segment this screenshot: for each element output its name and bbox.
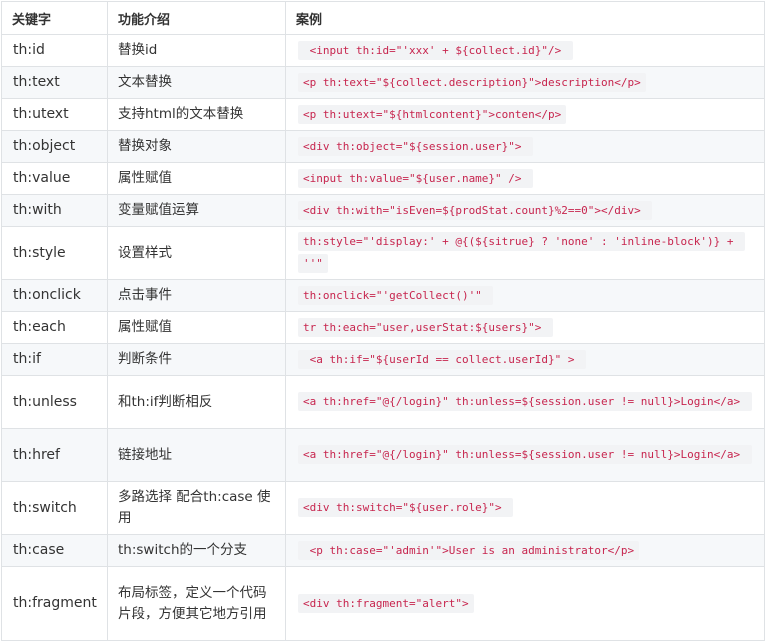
description-cell: 变量赋值运算: [107, 194, 286, 227]
table-row: th:fragment 布局标签，定义一个代码片段，方便其它地方引用 <div …: [1, 566, 765, 641]
keyword-cell: th:href: [1, 428, 108, 482]
description-cell: 文本替换: [107, 66, 286, 99]
header-keyword: 关键字: [1, 1, 108, 35]
table-row: th:switch 多路选择 配合th:case 使用 <div th:swit…: [1, 481, 765, 535]
example-cell: <div th:with="isEven=${prodStat.count}%2…: [285, 194, 765, 227]
example-code: <a th:href="@{/login}" th:unless=${sessi…: [298, 445, 752, 464]
example-cell: <a th:href="@{/login}" th:unless=${sessi…: [285, 375, 765, 429]
table-row: th:onclick 点击事件 th:onclick="'getCollect(…: [1, 279, 765, 312]
example-code: <input th:value="${user.name}" />: [298, 168, 534, 188]
keyword-cell: th:id: [1, 34, 108, 67]
example-code: <a th:if="${userId == collect.userId}" >: [298, 349, 587, 369]
table-row: th:value 属性赋值 <input th:value="${user.na…: [1, 162, 765, 195]
table-row: th:style 设置样式 th:style="'display:' + @{(…: [1, 226, 765, 280]
keyword-cell: th:utext: [1, 98, 108, 131]
example-cell: <div th:object="${session.user}">: [285, 130, 765, 163]
example-code: <input th:id="'xxx' + ${collect.id}"/>: [298, 40, 573, 60]
keyword-cell: th:if: [1, 343, 108, 376]
example-code: <p th:utext="${htmlcontent}">conten</p>: [298, 104, 567, 124]
keyword-cell: th:onclick: [1, 279, 108, 312]
example-code: <div th:with="isEven=${prodStat.count}%2…: [298, 200, 653, 220]
table-row: th:utext 支持html的文本替换 <p th:utext="${html…: [1, 98, 765, 131]
keyword-cell: th:fragment: [1, 566, 108, 641]
description-cell: 多路选择 配合th:case 使用: [107, 481, 286, 535]
keyword-table: 关键字 功能介绍 案例 th:id 替换id <input th:id="'xx…: [1, 1, 765, 641]
description-cell: 属性赋值: [107, 162, 286, 195]
example-code: <div th:fragment="alert">: [298, 593, 474, 613]
keyword-cell: th:case: [1, 534, 108, 567]
header-example: 案例: [285, 1, 765, 35]
example-cell: <div th:fragment="alert">: [285, 566, 765, 641]
description-cell: 和th:if判断相反: [107, 375, 286, 429]
keyword-cell: th:value: [1, 162, 108, 195]
description-cell: th:switch的一个分支: [107, 534, 286, 567]
example-cell: <a th:if="${userId == collect.userId}" >: [285, 343, 765, 376]
description-cell: 判断条件: [107, 343, 286, 376]
example-cell: <p th:text="${collect.description}">desc…: [285, 66, 765, 99]
description-cell: 设置样式: [107, 226, 286, 280]
example-code: <p th:text="${collect.description}">desc…: [298, 72, 646, 92]
description-cell: 替换id: [107, 34, 286, 67]
example-cell: tr th:each="user,userStat:${users}">: [285, 311, 765, 344]
keyword-cell: th:switch: [1, 481, 108, 535]
header-description: 功能介绍: [107, 1, 286, 35]
example-cell: <p th:case="'admin'">User is an administ…: [285, 534, 765, 567]
example-code: <div th:switch="${user.role}">: [298, 498, 514, 517]
example-code: <p th:case="'admin'">User is an administ…: [298, 540, 640, 560]
keyword-cell: th:text: [1, 66, 108, 99]
table-row: th:object 替换对象 <div th:object="${session…: [1, 130, 765, 163]
example-code: th:onclick="'getCollect()'": [298, 285, 494, 305]
keyword-cell: th:object: [1, 130, 108, 163]
example-cell: th:onclick="'getCollect()'": [285, 279, 765, 312]
example-cell: <div th:switch="${user.role}">: [285, 481, 765, 535]
keyword-cell: th:with: [1, 194, 108, 227]
description-cell: 支持html的文本替换: [107, 98, 286, 131]
table-row: th:case th:switch的一个分支 <p th:case="'admi…: [1, 534, 765, 567]
example-code: tr th:each="user,userStat:${users}">: [298, 317, 554, 337]
example-code: <div th:object="${session.user}">: [298, 136, 534, 156]
keyword-cell: th:each: [1, 311, 108, 344]
table-row: th:if 判断条件 <a th:if="${userId == collect…: [1, 343, 765, 376]
description-cell: 链接地址: [107, 428, 286, 482]
table-row: th:href 链接地址 <a th:href="@{/login}" th:u…: [1, 428, 765, 482]
example-cell: th:style="'display:' + @{(${sitrue} ? 'n…: [285, 226, 765, 280]
keyword-cell: th:unless: [1, 375, 108, 429]
table-row: th:text 文本替换 <p th:text="${collect.descr…: [1, 66, 765, 99]
table-row: th:id 替换id <input th:id="'xxx' + ${colle…: [1, 34, 765, 67]
example-code: th:style="'display:' + @{(${sitrue} ? 'n…: [298, 232, 746, 273]
description-cell: 点击事件: [107, 279, 286, 312]
description-cell: 布局标签，定义一个代码片段，方便其它地方引用: [107, 566, 286, 641]
example-code: <a th:href="@{/login}" th:unless=${sessi…: [298, 392, 752, 411]
example-cell: <p th:utext="${htmlcontent}">conten</p>: [285, 98, 765, 131]
example-cell: <a th:href="@{/login}" th:unless=${sessi…: [285, 428, 765, 482]
table-row: th:unless 和th:if判断相反 <a th:href="@{/logi…: [1, 375, 765, 429]
keyword-cell: th:style: [1, 226, 108, 280]
table-row: th:with 变量赋值运算 <div th:with="isEven=${pr…: [1, 194, 765, 227]
table-row: th:each 属性赋值 tr th:each="user,userStat:$…: [1, 311, 765, 344]
example-cell: <input th:value="${user.name}" />: [285, 162, 765, 195]
table-header-row: 关键字 功能介绍 案例: [1, 1, 765, 35]
description-cell: 替换对象: [107, 130, 286, 163]
example-cell: <input th:id="'xxx' + ${collect.id}"/>: [285, 34, 765, 67]
description-cell: 属性赋值: [107, 311, 286, 344]
